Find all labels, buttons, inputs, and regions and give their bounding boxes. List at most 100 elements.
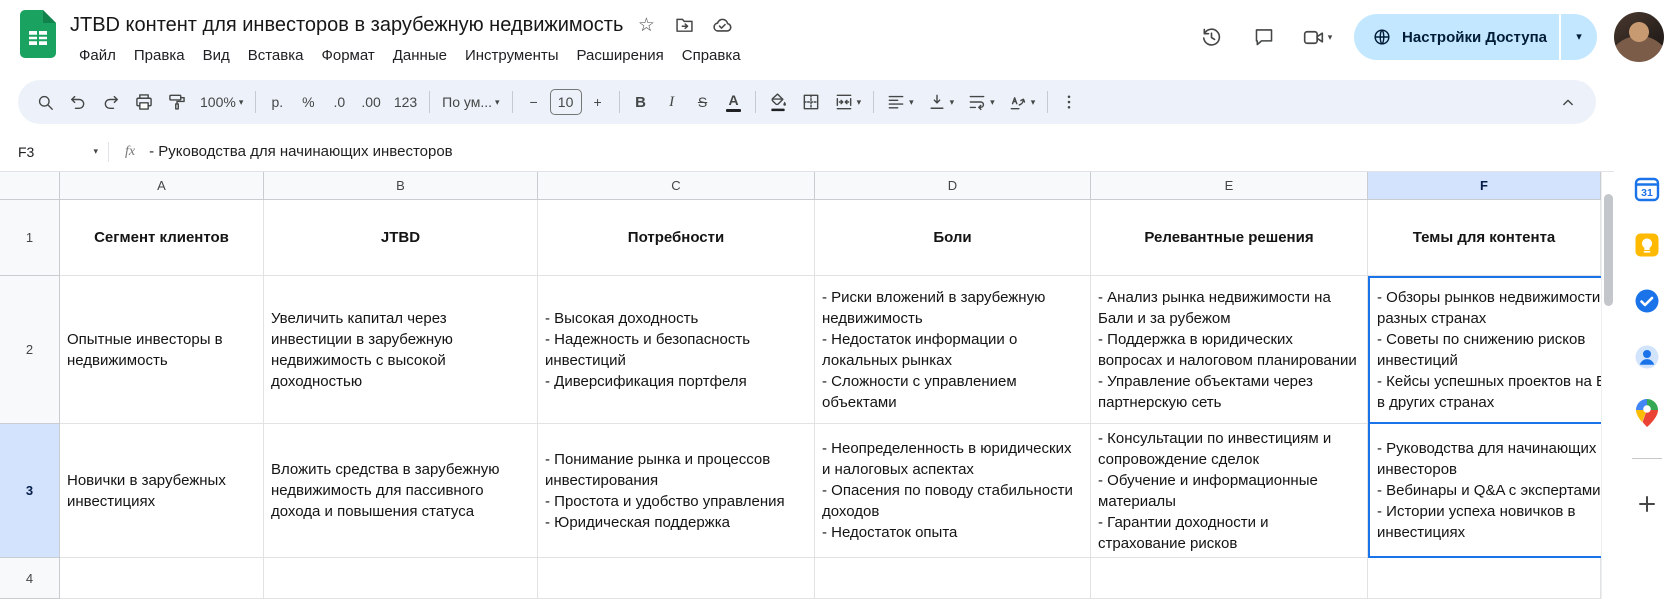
cell-D1[interactable]: Боли: [815, 200, 1091, 276]
cell-E2[interactable]: - Анализ рынка недвижимости на Бали и за…: [1091, 276, 1368, 424]
account-avatar[interactable]: [1614, 12, 1664, 62]
cell-C1[interactable]: Потребности: [538, 200, 815, 276]
menu-data[interactable]: Данные: [384, 43, 456, 68]
row-header-3[interactable]: 3: [0, 424, 60, 558]
column-header-F[interactable]: F: [1368, 172, 1601, 200]
sheets-logo-icon[interactable]: [20, 10, 56, 63]
cell-E4[interactable]: [1091, 558, 1368, 599]
horizontal-align-button[interactable]: ▾: [880, 86, 920, 118]
column-header-D[interactable]: D: [815, 172, 1091, 200]
cell-E1[interactable]: Релевантные решения: [1091, 200, 1368, 276]
row-header-2[interactable]: 2: [0, 276, 60, 424]
merge-cells-button[interactable]: ▾: [828, 86, 868, 118]
cell-D3[interactable]: - Неопределенность в юридических и налог…: [815, 424, 1091, 558]
bold-button[interactable]: B: [626, 86, 656, 118]
cell-C2[interactable]: - Высокая доходность - Надежность и безо…: [538, 276, 815, 424]
cell-D2[interactable]: - Риски вложений в зарубежную недвижимос…: [815, 276, 1091, 424]
name-box[interactable]: F3 ▾: [0, 144, 108, 160]
paint-format-button[interactable]: [161, 86, 193, 118]
cell-B3[interactable]: Вложить средства в зарубежную недвижимос…: [264, 424, 538, 558]
decrease-font-size-button[interactable]: −: [519, 86, 549, 118]
share-dropdown-button[interactable]: ▾: [1559, 14, 1597, 60]
meet-camera-button[interactable]: ▾: [1295, 15, 1339, 59]
currency-format-button[interactable]: р.: [262, 86, 292, 118]
scrollbar-thumb[interactable]: [1604, 194, 1613, 306]
undo-button[interactable]: [62, 86, 94, 118]
chevron-down-icon: ▾: [990, 96, 995, 107]
cell-F4[interactable]: [1368, 558, 1601, 599]
borders-button[interactable]: [795, 86, 827, 118]
increase-decimals-button[interactable]: .00: [355, 86, 386, 118]
menu-help[interactable]: Справка: [673, 43, 750, 68]
menu-insert[interactable]: Вставка: [239, 43, 313, 68]
cell-A1[interactable]: Сегмент клиентов: [60, 200, 264, 276]
undo-icon: [71, 95, 85, 110]
cell-D4[interactable]: [815, 558, 1091, 599]
menu-bar: Файл Правка Вид Вставка Формат Данные Ин…: [70, 43, 750, 68]
title-block: JTBD контент для инвесторов в зарубежную…: [70, 8, 750, 68]
keep-icon[interactable]: [1632, 230, 1662, 260]
menu-file[interactable]: Файл: [70, 43, 125, 68]
column-header-E[interactable]: E: [1091, 172, 1368, 200]
text-color-button[interactable]: A: [719, 86, 749, 118]
cell-B2[interactable]: Увеличить капитал через инвестиции в зар…: [264, 276, 538, 424]
collapse-toolbar-button[interactable]: [1552, 86, 1584, 118]
calendar-icon[interactable]: 31: [1632, 174, 1662, 204]
formula-input[interactable]: - Руководства для начинающих инвесторов: [149, 143, 453, 160]
text-rotation-button[interactable]: ▾: [1002, 86, 1042, 118]
menu-extensions[interactable]: Расширения: [568, 43, 673, 68]
select-all-corner[interactable]: [0, 172, 60, 200]
maps-icon[interactable]: [1632, 398, 1662, 428]
move-folder-icon[interactable]: [669, 10, 699, 40]
vertical-align-button[interactable]: ▾: [921, 86, 961, 118]
fill-color-button[interactable]: [762, 86, 794, 118]
cell-F1[interactable]: Темы для контента: [1368, 200, 1601, 276]
star-icon[interactable]: ☆: [631, 10, 661, 40]
cell-C3[interactable]: - Понимание рынка и процессов инвестиров…: [538, 424, 815, 558]
document-title[interactable]: JTBD контент для инвесторов в зарубежную…: [70, 14, 623, 37]
row-header-4[interactable]: 4: [0, 558, 60, 599]
cell-E3[interactable]: - Консультации по инвестициям и сопровож…: [1091, 424, 1368, 558]
more-toolbar-button[interactable]: [1054, 86, 1084, 118]
tasks-icon[interactable]: [1632, 286, 1662, 316]
comments-button[interactable]: [1242, 15, 1286, 59]
cell-A2[interactable]: Опытные инвесторы в недвижимость: [60, 276, 264, 424]
redo-button[interactable]: [95, 86, 127, 118]
menu-tools[interactable]: Инструменты: [456, 43, 568, 68]
get-addons-plus-icon[interactable]: [1632, 489, 1662, 519]
column-header-C[interactable]: C: [538, 172, 815, 200]
vertical-scrollbar[interactable]: [1601, 172, 1614, 599]
print-button[interactable]: [128, 86, 160, 118]
cell-A4[interactable]: [60, 558, 264, 599]
cell-B1[interactable]: JTBD: [264, 200, 538, 276]
italic-button[interactable]: I: [657, 86, 687, 118]
decrease-decimals-button[interactable]: .0: [324, 86, 354, 118]
column-header-A[interactable]: A: [60, 172, 264, 200]
zoom-select[interactable]: 100% ▾: [194, 86, 249, 118]
toolbar-search-button[interactable]: [30, 86, 61, 118]
cloud-saved-icon[interactable]: [707, 10, 737, 40]
strikethrough-button[interactable]: S: [688, 86, 718, 118]
font-select[interactable]: По ум... ▾: [436, 86, 505, 118]
row-header-1[interactable]: 1: [0, 200, 60, 276]
menu-edit[interactable]: Правка: [125, 43, 194, 68]
percent-format-button[interactable]: %: [293, 86, 323, 118]
chevron-down-icon: ▾: [1030, 96, 1036, 107]
cell-B4[interactable]: [264, 558, 538, 599]
cell-A3[interactable]: Новички в зарубежных инвестициях: [60, 424, 264, 558]
increase-font-size-button[interactable]: +: [583, 86, 613, 118]
version-history-button[interactable]: [1189, 15, 1233, 59]
column-header-B[interactable]: B: [264, 172, 538, 200]
cell-F2[interactable]: - Обзоры рынков недвижимости в разных ст…: [1368, 276, 1601, 424]
more-formats-button[interactable]: 123: [388, 86, 423, 118]
contacts-icon[interactable]: [1632, 342, 1662, 372]
chevron-down-icon: ▾: [856, 96, 862, 107]
cell-C4[interactable]: [538, 558, 815, 599]
font-size-input[interactable]: 10: [549, 89, 582, 115]
menu-format[interactable]: Формат: [312, 43, 383, 68]
cell-F3-selected[interactable]: - Руководства для начинающих инвесторов …: [1368, 424, 1601, 558]
share-button[interactable]: Настройки Доступа ▾: [1354, 14, 1597, 60]
text-wrap-button[interactable]: ▾: [961, 86, 1001, 118]
sheet-row-3: 3 Новички в зарубежных инвестициях Вложи…: [0, 424, 1601, 558]
menu-view[interactable]: Вид: [194, 43, 239, 68]
